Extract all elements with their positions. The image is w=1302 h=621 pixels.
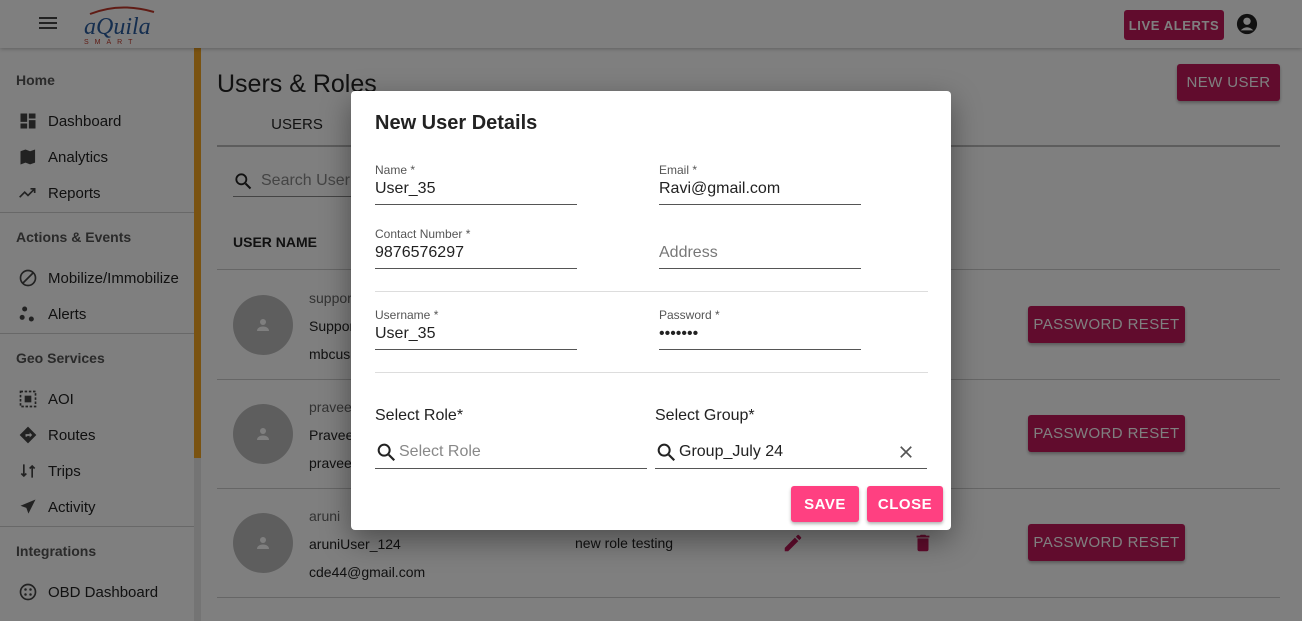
select-role-label: Select Role* bbox=[375, 407, 464, 424]
select-role-placeholder: Select Role bbox=[399, 443, 481, 460]
search-icon bbox=[377, 443, 396, 462]
name-label: Name * bbox=[375, 163, 416, 177]
new-user-dialog: New User Details Name * User_35 Email * … bbox=[351, 91, 951, 530]
save-button[interactable]: SAVE bbox=[791, 486, 859, 522]
address-placeholder: Address bbox=[659, 244, 718, 261]
password-field[interactable]: Password * ••••••• bbox=[659, 308, 861, 350]
name-value: User_35 bbox=[375, 180, 436, 197]
email-value: Ravi@gmail.com bbox=[659, 180, 781, 197]
password-value: ••••••• bbox=[659, 325, 699, 342]
select-group-label: Select Group* bbox=[655, 407, 755, 424]
dialog-divider bbox=[375, 372, 928, 373]
dialog-divider bbox=[375, 291, 928, 292]
contact-number-field[interactable]: Contact Number * 9876576297 bbox=[375, 227, 577, 269]
close-button[interactable]: CLOSE bbox=[867, 486, 943, 522]
select-group-input[interactable]: Group_July 24 bbox=[655, 436, 927, 469]
select-group-value: Group_July 24 bbox=[679, 443, 784, 460]
username-field[interactable]: Username * User_35 bbox=[375, 308, 577, 350]
name-field[interactable]: Name * User_35 bbox=[375, 163, 577, 205]
contact-value: 9876576297 bbox=[375, 244, 464, 261]
contact-label: Contact Number * bbox=[375, 227, 471, 241]
email-label: Email * bbox=[659, 163, 698, 177]
email-field[interactable]: Email * Ravi@gmail.com bbox=[659, 163, 861, 205]
search-icon bbox=[657, 443, 676, 462]
select-role-input[interactable]: Select Role bbox=[375, 436, 647, 469]
clear-icon[interactable] bbox=[897, 443, 915, 461]
address-field[interactable]: Address bbox=[659, 227, 861, 269]
dialog-title: New User Details bbox=[375, 112, 538, 134]
username-value: User_35 bbox=[375, 325, 436, 342]
username-label: Username * bbox=[375, 308, 439, 322]
password-label: Password * bbox=[659, 308, 720, 322]
